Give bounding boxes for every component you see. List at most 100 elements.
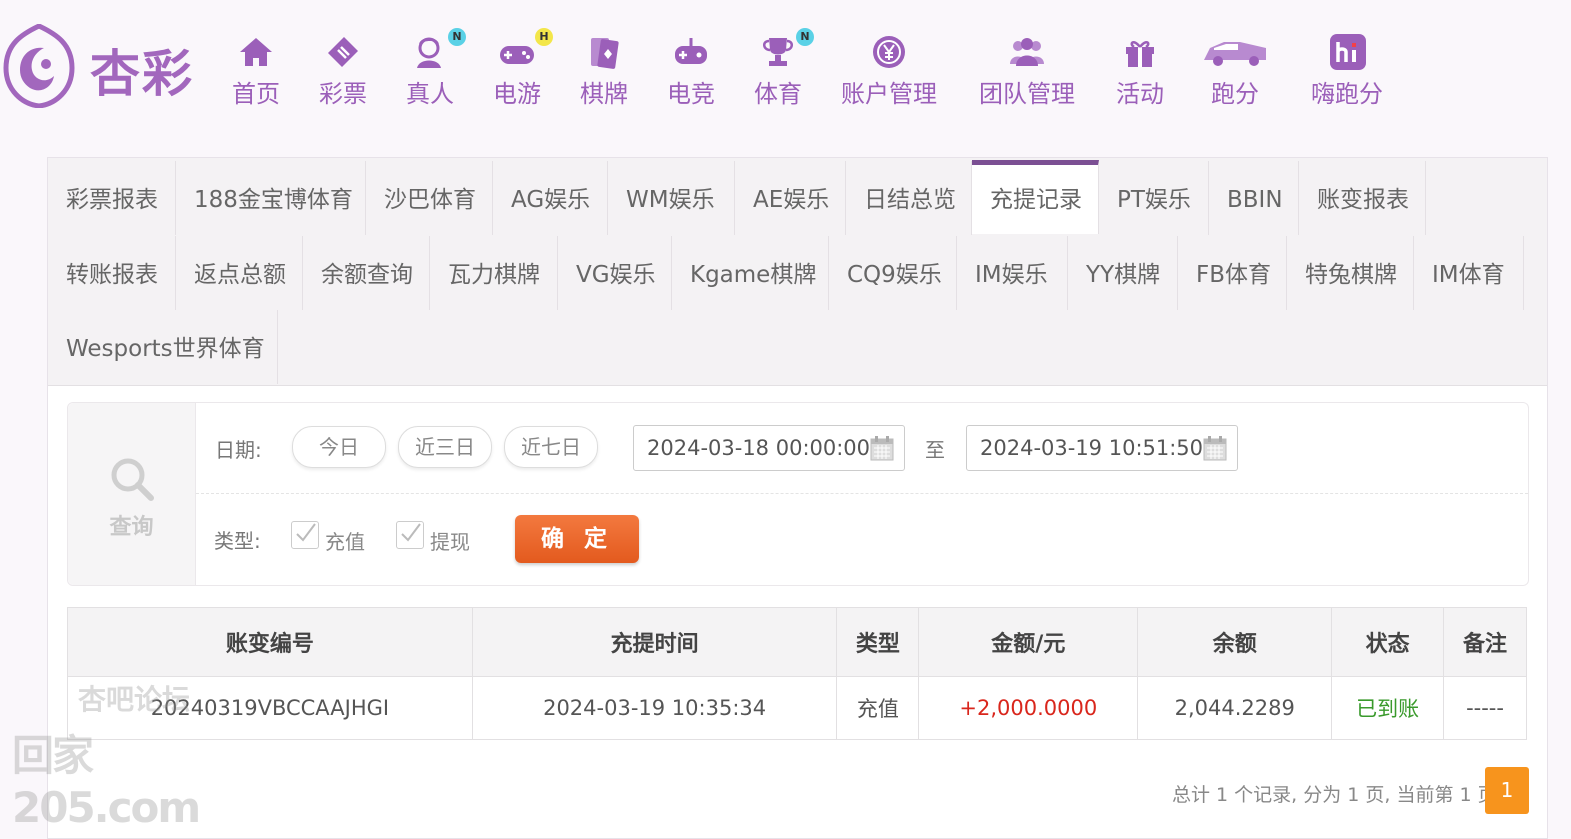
nav-label: 首页: [232, 80, 280, 108]
nav-item-hi-running-points[interactable]: 嗨跑分: [1305, 30, 1389, 110]
tab-daily-summary[interactable]: 日结总览: [846, 161, 972, 235]
nav-item-esports[interactable]: 电竞: [661, 30, 721, 110]
end-date-value: 2024-03-19 10:51:50: [980, 436, 1204, 460]
tab-188bet-sports[interactable]: 188金宝博体育: [176, 161, 366, 235]
logo-text: 杏彩: [90, 44, 194, 103]
column-header: 账变编号: [67, 607, 473, 677]
nav-item-sports[interactable]: N 体育: [748, 28, 814, 110]
pagination-summary: 总计 1 个记录, 分为 1 页, 当前第 1 页: [1172, 784, 1497, 806]
watermark: 杏吧论坛 回家205.com: [8, 678, 278, 832]
filter-divider: [196, 493, 1528, 494]
today-button[interactable]: 今日: [292, 426, 386, 468]
page-button-current[interactable]: 1: [1485, 767, 1529, 814]
nav-label: 团队管理: [979, 80, 1075, 108]
new-badge: N: [448, 28, 466, 46]
nav-item-running-points[interactable]: 跑分: [1197, 30, 1273, 110]
search-icon: [111, 458, 154, 501]
gift-icon: [1126, 41, 1154, 67]
last-7-days-button[interactable]: 近七日: [504, 426, 598, 468]
tab-ag-casino[interactable]: AG娱乐: [493, 161, 608, 235]
withdraw-checkbox[interactable]: [396, 521, 424, 549]
live-dealer-icon: [417, 37, 441, 68]
confirm-button[interactable]: 确 定: [515, 515, 639, 563]
nav-item-account-management[interactable]: 账户管理: [835, 30, 943, 110]
calendar-icon[interactable]: [1203, 435, 1227, 461]
logo-emblem-icon: [3, 24, 75, 108]
tab-yy-chess[interactable]: YY棋牌: [1068, 236, 1178, 310]
tab-pt-casino[interactable]: PT娱乐: [1099, 161, 1209, 235]
lottery-ticket-icon: [328, 37, 358, 67]
site-logo[interactable]: 杏彩: [0, 20, 220, 115]
nav-item-activities[interactable]: 活动: [1110, 30, 1170, 110]
tab-wali-chess[interactable]: 瓦力棋牌: [430, 236, 558, 310]
tab-kgame-chess[interactable]: Kgame棋牌: [672, 236, 829, 310]
watermark-line2: 回家205.com: [12, 731, 201, 832]
tab-im-sports[interactable]: IM体育: [1414, 236, 1524, 310]
tab-saba-sports[interactable]: 沙巴体育: [366, 161, 493, 235]
gamepad-icon: [500, 46, 534, 64]
nav-label: 真人: [406, 80, 454, 108]
nav-item-live[interactable]: N 真人: [400, 28, 466, 110]
column-header: 类型: [836, 607, 920, 677]
status-badge: 已到账: [1331, 676, 1445, 740]
start-date-value: 2024-03-18 00:00:00: [647, 436, 871, 460]
tab-im-casino[interactable]: IM娱乐: [957, 236, 1068, 310]
tab-wm-casino[interactable]: WM娱乐: [608, 161, 735, 235]
tab-balance-inquiry[interactable]: 余额查询: [303, 236, 430, 310]
checkmark-icon: [401, 523, 421, 542]
column-header: 余额: [1137, 607, 1333, 677]
column-header: 金额/元: [918, 607, 1139, 677]
nav-label: 嗨跑分: [1311, 80, 1383, 108]
nav-label: 电竞: [667, 80, 715, 108]
tab-ae-casino[interactable]: AE娱乐: [735, 161, 846, 235]
table-row: 20240319VBCCAAJHGI 2024-03-19 10:35:34 充…: [67, 676, 1527, 740]
nav-label: 彩票: [319, 80, 367, 108]
end-date-input[interactable]: 2024-03-19 10:51:50: [966, 425, 1238, 471]
calendar-icon[interactable]: [870, 435, 894, 461]
nav-label: 账户管理: [841, 80, 937, 108]
tab-tetu-chess[interactable]: 特兔棋牌: [1287, 236, 1414, 310]
nav-item-slots[interactable]: H 电游: [487, 28, 553, 110]
column-header: 状态: [1331, 607, 1445, 677]
withdraw-label[interactable]: 提现: [430, 526, 470, 555]
top-navigation: 杏彩 首页 彩票 N 真人 H 电游 棋牌 电竞 N 体育 账户管理 团队管理 …: [0, 0, 1571, 130]
to-label: 至: [925, 438, 945, 462]
tab-deposit-withdraw-records[interactable]: 充提记录: [972, 160, 1099, 234]
nav-label: 活动: [1116, 80, 1164, 108]
hi-app-icon: [1330, 34, 1366, 70]
records-table: 账变编号 充提时间 类型 金额/元 余额 状态 备注 20240319VBCCA…: [67, 607, 1527, 740]
last-3-days-button[interactable]: 近三日: [398, 426, 492, 468]
tab-fb-sports[interactable]: FB体育: [1178, 236, 1287, 310]
tab-lottery-report[interactable]: 彩票报表: [48, 161, 176, 235]
tab-bbin[interactable]: BBIN: [1209, 161, 1299, 235]
deposit-checkbox[interactable]: [291, 521, 319, 549]
nav-item-team-management[interactable]: 团队管理: [973, 30, 1081, 110]
table-header-row: 账变编号 充提时间 类型 金额/元 余额 状态 备注: [67, 607, 1527, 677]
tab-transfer-report[interactable]: 转账报表: [48, 236, 176, 310]
nav-item-lottery[interactable]: 彩票: [313, 30, 373, 110]
start-date-input[interactable]: 2024-03-18 00:00:00: [633, 425, 905, 471]
column-header: 充提时间: [471, 607, 838, 677]
tab-rebate-total[interactable]: 返点总额: [176, 236, 303, 310]
home-icon: [240, 38, 272, 66]
yen-coin-icon: [873, 36, 905, 68]
nav-item-chess-cards[interactable]: 棋牌: [574, 30, 634, 110]
report-tabs: 彩票报表 188金宝博体育 沙巴体育 AG娱乐 WM娱乐 AE娱乐 日结总览 充…: [48, 158, 1547, 386]
nav-item-home[interactable]: 首页: [226, 30, 286, 110]
tab-wesports-world-sports[interactable]: Wesports世界体育: [48, 310, 278, 384]
tab-vg-casino[interactable]: VG娱乐: [558, 236, 672, 310]
nav-label: 跑分: [1211, 80, 1259, 108]
transaction-type: 充值: [836, 676, 920, 740]
deposit-label[interactable]: 充值: [325, 526, 365, 555]
new-badge: N: [796, 28, 814, 46]
query-label: 查询: [109, 515, 154, 540]
query-section-header: 查询: [68, 403, 196, 585]
nav-label: 棋牌: [580, 80, 628, 108]
nav-label: 电游: [493, 80, 541, 108]
date-label: 日期:: [215, 438, 262, 462]
esports-controller-icon: [675, 38, 707, 64]
playing-cards-icon: [591, 38, 619, 69]
transaction-amount: +2,000.0000: [918, 676, 1139, 740]
tab-cq9-casino[interactable]: CQ9娱乐: [829, 236, 957, 310]
tab-account-change-report[interactable]: 账变报表: [1299, 161, 1426, 235]
